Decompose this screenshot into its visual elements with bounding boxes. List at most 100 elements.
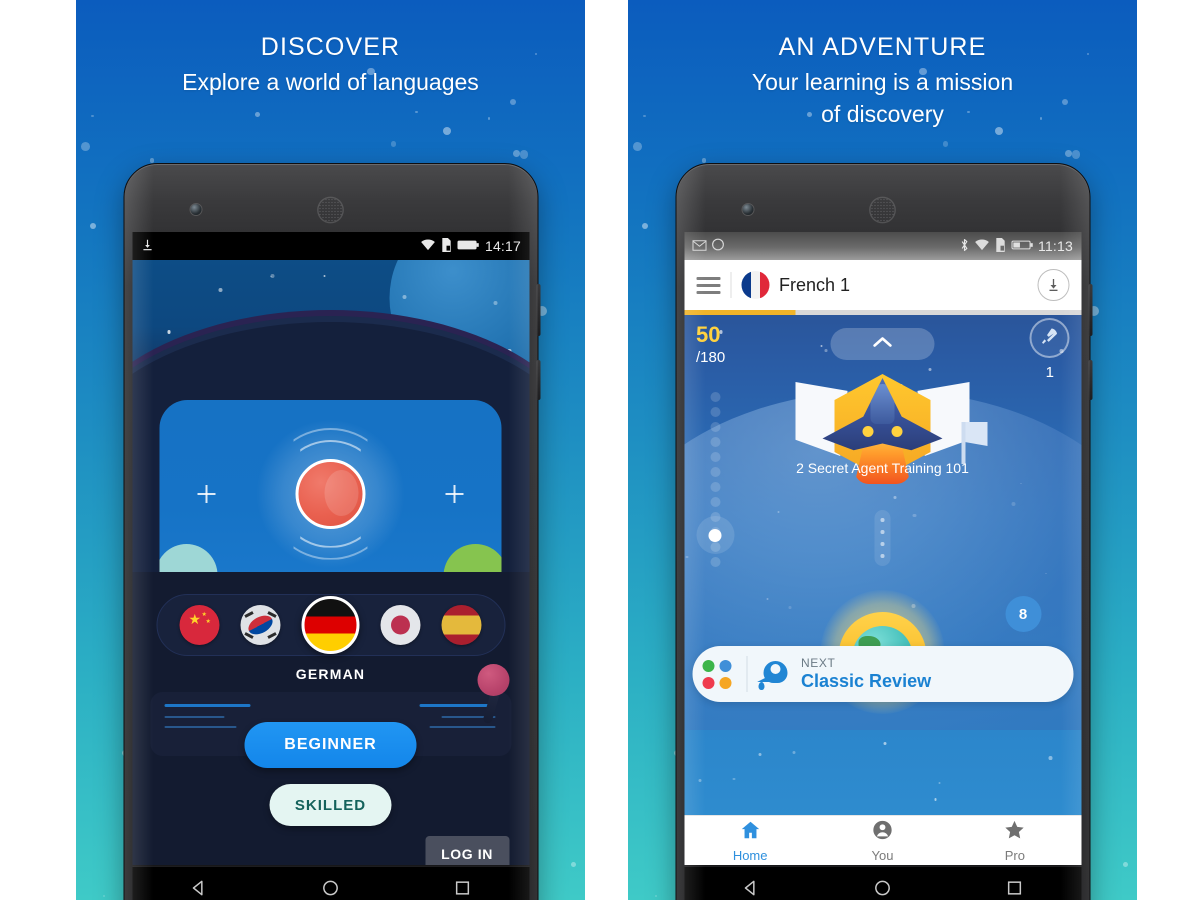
earpiece-speaker-icon <box>318 198 343 222</box>
star <box>792 751 796 755</box>
promo-panel-1: DISCOVER Explore a world of languages 14… <box>76 0 585 900</box>
wifi-icon <box>421 238 436 254</box>
star <box>390 141 396 147</box>
star <box>732 777 736 781</box>
front-camera-icon <box>190 204 201 215</box>
star <box>883 742 887 746</box>
nav-tab-pro-label: Pro <box>1004 847 1025 863</box>
star-glyph: ★ <box>188 611 202 627</box>
phone-screen-2: 11:13 French 1 50 /180 1 2 Secret Agent … <box>684 232 1081 865</box>
star <box>1123 862 1129 868</box>
course-progress-bar <box>684 310 1081 315</box>
android-navigation-bar <box>684 866 1081 900</box>
star <box>820 344 823 347</box>
download-icon <box>140 238 154 255</box>
bluetooth-icon <box>959 238 969 255</box>
person-icon <box>871 819 893 846</box>
planet-target[interactable] <box>295 458 366 529</box>
watering-can-icon <box>757 657 795 691</box>
recents-icon[interactable] <box>1005 878 1025 900</box>
star <box>934 798 937 801</box>
home-icon[interactable] <box>872 878 892 900</box>
level-badge[interactable]: 8 <box>1005 596 1041 632</box>
back-icon[interactable] <box>740 878 760 900</box>
wifi-icon <box>974 238 989 254</box>
status-bar: 11:13 <box>684 232 1081 260</box>
skilled-button[interactable]: SKILLED <box>269 784 392 826</box>
star-glyph: ★ <box>201 612 207 618</box>
lesson-type-dots <box>702 659 736 689</box>
phone-mockup-1: 14:17 ★ ★ ★ GERMAN BEGINNER SKILLED LOG … <box>123 163 540 900</box>
joystick-knob[interactable] <box>477 664 509 696</box>
rocket-icon <box>1039 326 1059 351</box>
star <box>513 150 520 158</box>
course-title: French 1 <box>779 274 851 295</box>
flag-option-spain[interactable] <box>441 605 482 645</box>
nav-tab-home[interactable]: Home <box>684 819 816 863</box>
flag-option-germany-selected[interactable] <box>301 596 360 654</box>
volume-button[interactable] <box>1088 360 1092 400</box>
app-header: French 1 <box>684 260 1081 310</box>
expand-button[interactable] <box>830 328 935 360</box>
home-icon <box>739 819 761 846</box>
hamburger-icon[interactable] <box>696 276 720 294</box>
next-lesson-name: Classic Review <box>801 670 932 691</box>
trigram <box>267 632 277 639</box>
star-icon <box>1004 819 1026 846</box>
flag-option-japan[interactable] <box>380 605 421 645</box>
power-button[interactable] <box>536 284 540 336</box>
earpiece-speaker-icon <box>870 198 895 222</box>
login-button[interactable]: LOG IN <box>425 836 509 865</box>
star <box>102 894 106 898</box>
trigram <box>244 611 254 618</box>
star <box>824 349 828 353</box>
gmail-icon <box>691 238 707 254</box>
rocket-badge[interactable] <box>1029 318 1069 358</box>
status-bar-clock: 11:13 <box>1038 238 1073 254</box>
more-lessons-indicator[interactable] <box>874 510 891 566</box>
star <box>654 894 658 898</box>
star <box>642 223 649 230</box>
beginner-button[interactable]: BEGINNER <box>244 722 417 768</box>
ship-light-left <box>862 426 874 437</box>
french-flag-icon <box>741 271 769 299</box>
home-icon[interactable] <box>320 878 340 900</box>
volume-button[interactable] <box>536 360 540 400</box>
star <box>509 98 517 105</box>
nav-tab-you[interactable]: You <box>816 819 948 863</box>
headline-title: DISCOVER <box>260 33 401 61</box>
sim-icon <box>441 237 453 255</box>
surface-flag-icon <box>961 422 966 464</box>
android-navigation-bar <box>132 866 529 900</box>
status-bar-left <box>140 238 154 255</box>
panel-1-headline: DISCOVER Explore a world of languages <box>76 33 585 98</box>
cockpit-window <box>159 400 502 580</box>
battery-icon <box>457 238 480 254</box>
language-select-screen: ★ ★ ★ GERMAN BEGINNER SKILLED LOG IN <box>132 260 529 865</box>
flag-option-china[interactable]: ★ ★ ★ <box>179 605 220 645</box>
star <box>938 781 941 784</box>
dot-green <box>702 659 714 672</box>
star <box>443 126 452 135</box>
back-icon[interactable] <box>188 878 208 900</box>
language-flag-tray[interactable]: ★ ★ ★ <box>156 594 505 656</box>
status-bar-right: 11:13 <box>959 237 1073 255</box>
screenshot-canvas: DISCOVER Explore a world of languages 14… <box>0 0 1200 900</box>
rocket-count: 1 <box>1045 364 1054 381</box>
recents-icon[interactable] <box>453 878 473 900</box>
nav-tab-you-label: You <box>871 847 894 863</box>
path-node[interactable] <box>696 516 734 554</box>
xp-total: /180 <box>696 349 726 366</box>
next-kicker: NEXT <box>801 655 836 670</box>
nav-tab-pro[interactable]: Pro <box>949 819 1081 863</box>
star <box>633 142 642 152</box>
xp-current: 50 <box>696 322 721 347</box>
next-lesson-card[interactable]: NEXT Classic Review <box>692 646 1073 702</box>
headline-subtitle-line-2: of discovery <box>821 101 944 128</box>
current-lesson-title: 2 Secret Agent Training 101 <box>796 460 969 476</box>
ship-light-right <box>891 426 903 437</box>
power-button[interactable] <box>1088 284 1092 336</box>
flag-option-south-korea[interactable] <box>240 605 281 645</box>
download-button[interactable] <box>1037 269 1069 301</box>
xp-counter: 50 /180 <box>696 322 726 367</box>
